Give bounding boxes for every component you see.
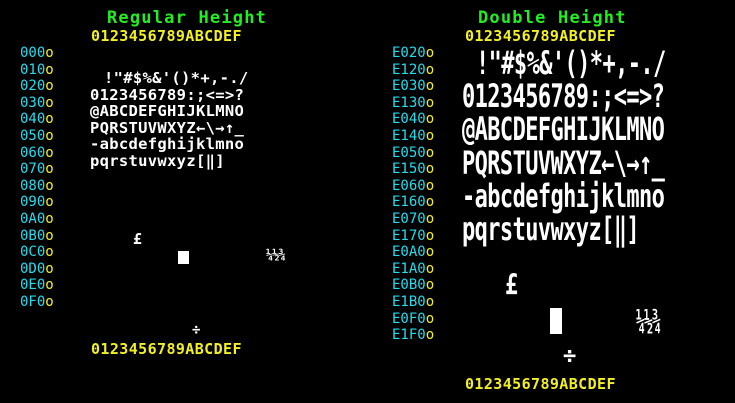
glyph-row: 0123456789:;<=>?: [90, 85, 245, 104]
row-label: 0D0o: [20, 260, 54, 277]
row-label: E1B0o: [392, 293, 435, 310]
row-label: E140o: [392, 127, 435, 144]
double-pound-glyph: £: [505, 270, 519, 303]
regular-fractions-glyph: ¼½¾: [266, 248, 286, 262]
double-hex-footer: 0123456789ABCDEF: [465, 375, 616, 393]
row-label: 0C0o: [20, 244, 54, 261]
row-label: 070o: [20, 161, 54, 178]
row-label: E120o: [392, 61, 435, 78]
row-label: E170o: [392, 227, 435, 244]
row-label: 080o: [20, 177, 54, 194]
glyph-row: -abcdefghijklmno: [90, 135, 245, 154]
row-label: E030o: [392, 78, 435, 95]
regular-pound-glyph: £: [133, 230, 143, 248]
row-label: E1A0o: [392, 260, 435, 277]
row-label: E130o: [392, 94, 435, 111]
double-row-labels: E020o E120o E030o E130o E040o E140o E050…: [392, 45, 434, 344]
regular-row-labels: 000o 010o 020o 030o 040o 050o 060o 070o …: [20, 45, 54, 311]
row-label: E020o: [392, 45, 435, 61]
regular-divide-glyph: ÷: [192, 322, 201, 338]
double-divide-glyph: ÷: [563, 344, 577, 369]
row-label: E0B0o: [392, 277, 435, 294]
row-label: 0B0o: [20, 227, 54, 244]
row-label: E1F0o: [392, 327, 435, 344]
row-label: 0F0o: [20, 293, 54, 310]
row-label: E160o: [392, 194, 435, 211]
double-height-title: Double Height: [478, 8, 627, 28]
row-label: 060o: [20, 144, 54, 161]
glyph-row: @ABCDEFGHIJKLMNO: [90, 102, 245, 121]
row-label: 040o: [20, 111, 54, 128]
row-label: E050o: [392, 144, 435, 161]
row-label: E070o: [392, 210, 435, 227]
regular-height-title: Regular Height: [107, 8, 268, 28]
regular-solid-block: [178, 251, 189, 264]
double-glyph-grid: !"#$%&'()*+,-./ 0123456789:;<=>? @ABCDEF…: [462, 46, 666, 248]
row-label: E0F0o: [392, 310, 435, 327]
row-label: 020o: [20, 78, 54, 95]
row-label: 000o: [20, 45, 54, 61]
glyph-row: PQRSTUVWXYZ←\→↑_: [90, 118, 245, 137]
glyph-row: pqrstuvwxyz[‖]: [90, 151, 225, 170]
row-label: E150o: [392, 161, 435, 178]
row-label: 0E0o: [20, 277, 54, 294]
glyph-row: pqrstuvwxyz[‖]: [462, 212, 640, 249]
row-label: E040o: [392, 111, 435, 128]
row-label: E060o: [392, 177, 435, 194]
row-label: 050o: [20, 127, 54, 144]
glyph-row: !"#$%&'()*+,-./: [104, 69, 249, 87]
row-label: 030o: [20, 94, 54, 111]
regular-glyph-grid: !"#$%&'()*+,-./ 0123456789:;<=>? @ABCDEF…: [90, 69, 249, 170]
double-solid-block: [550, 308, 562, 334]
regular-hex-header: 0123456789ABCDEF: [91, 27, 242, 45]
row-label: 010o: [20, 61, 54, 78]
row-label: 0A0o: [20, 210, 54, 227]
row-label: E0A0o: [392, 244, 435, 261]
double-fractions-glyph: ¼½¾: [636, 306, 661, 337]
row-label: 090o: [20, 194, 54, 211]
regular-hex-footer: 0123456789ABCDEF: [91, 340, 242, 358]
